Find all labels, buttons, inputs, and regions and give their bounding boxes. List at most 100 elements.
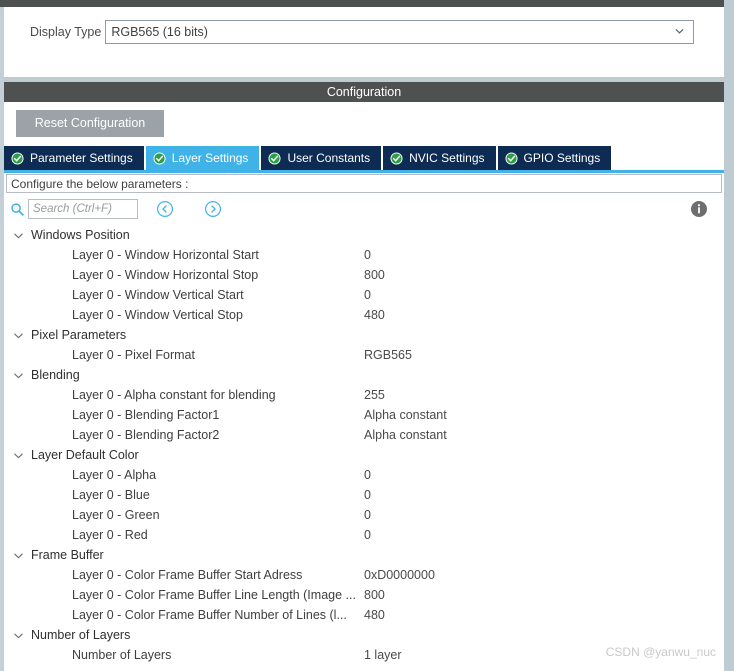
settings-tab-bar: Parameter Settings Layer Settings User Con… [4, 146, 724, 170]
chevron-left-circle-icon[interactable] [156, 200, 174, 218]
chevron-right-circle-icon[interactable] [204, 200, 222, 218]
parameter-name: Layer 0 - Window Vertical Start [72, 288, 244, 302]
parameter-tree: Windows Position Layer 0 - Window Horizon… [6, 225, 722, 665]
parameter-value[interactable]: 480 [364, 608, 385, 622]
check-circle-icon [268, 151, 281, 165]
tree-group-label: Blending [31, 368, 80, 382]
tree-group-header[interactable]: Number of Layers [6, 625, 722, 645]
parameter-row[interactable]: Layer 0 - Window Vertical Stop 480 [6, 305, 722, 325]
parameter-name: Layer 0 - Alpha constant for blending [72, 388, 276, 402]
reset-configuration-button[interactable]: Reset Configuration [16, 110, 164, 137]
check-circle-icon [390, 151, 403, 165]
tree-group-label: Layer Default Color [31, 448, 139, 462]
tab-label: GPIO Settings [523, 151, 601, 165]
parameter-name: Layer 0 - Green [72, 508, 160, 522]
chevron-down-icon [14, 332, 23, 338]
tab-label: User Constants [287, 151, 371, 165]
parameter-name: Layer 0 - Blending Factor2 [72, 428, 220, 442]
configure-hint-bar: Configure the below parameters : [6, 174, 722, 193]
parameter-value[interactable]: 800 [364, 588, 385, 602]
parameter-value[interactable]: 0 [364, 248, 371, 262]
parameter-value[interactable]: 1 layer [364, 648, 402, 662]
parameter-row[interactable]: Layer 0 - Color Frame Buffer Start Adres… [6, 565, 722, 585]
parameter-name: Layer 0 - Red [72, 528, 148, 542]
parameter-row[interactable]: Layer 0 - Blue 0 [6, 485, 722, 505]
tree-group-label: Frame Buffer [31, 548, 104, 562]
parameter-value[interactable]: 0 [364, 528, 371, 542]
parameter-row[interactable]: Layer 0 - Green 0 [6, 505, 722, 525]
tree-group-header[interactable]: Blending [6, 365, 722, 385]
parameter-row[interactable]: Layer 0 - Window Horizontal Start 0 [6, 245, 722, 265]
right-edge-rail [724, 0, 734, 671]
check-circle-icon [153, 151, 166, 165]
tab-nvic-settings[interactable]: NVIC Settings [383, 146, 496, 170]
configure-hint-text: Configure the below parameters : [11, 176, 189, 191]
tab-label: Layer Settings [171, 151, 249, 165]
parameter-value[interactable]: 800 [364, 268, 385, 282]
chevron-down-icon [14, 552, 23, 558]
parameter-row[interactable]: Layer 0 - Blending Factor1 Alpha constant [6, 405, 722, 425]
tab-parameter-settings[interactable]: Parameter Settings [4, 146, 144, 170]
parameter-name: Layer 0 - Blue [72, 488, 150, 502]
parameter-name: Layer 0 - Color Frame Buffer Number of L… [72, 608, 347, 622]
parameter-name: Layer 0 - Alpha [72, 468, 157, 482]
parameter-value[interactable]: 255 [364, 388, 385, 402]
parameter-name: Layer 0 - Pixel Format [72, 348, 195, 362]
tab-layer-settings[interactable]: Layer Settings [145, 146, 260, 170]
tree-group-header[interactable]: Layer Default Color [6, 445, 722, 465]
tree-group-label: Number of Layers [31, 628, 131, 642]
check-circle-icon [504, 151, 518, 165]
chevron-down-icon [675, 28, 684, 34]
parameter-name: Layer 0 - Window Vertical Stop [72, 308, 243, 322]
parameter-row[interactable]: Layer 0 - Color Frame Buffer Number of L… [6, 605, 722, 625]
tab-label: NVIC Settings [409, 151, 485, 165]
parameter-row[interactable]: Layer 0 - Alpha constant for blending 255 [6, 385, 722, 405]
parameter-name: Layer 0 - Blending Factor1 [72, 408, 220, 422]
info-icon[interactable] [690, 200, 708, 218]
tree-group-header[interactable]: Frame Buffer [6, 545, 722, 565]
configuration-title: Configuration [326, 85, 402, 99]
search-icon[interactable] [10, 202, 25, 217]
parameter-row[interactable]: Layer 0 - Window Vertical Start 0 [6, 285, 722, 305]
configuration-title-bar: Configuration [4, 82, 724, 102]
top-divider-strip [0, 0, 734, 7]
parameter-row[interactable]: Layer 0 - Window Horizontal Stop 800 [6, 265, 722, 285]
display-type-select[interactable]: RGB565 (16 bits) [105, 20, 695, 44]
parameter-name: Number of Layers [72, 648, 172, 662]
tree-group-header[interactable]: Pixel Parameters [6, 325, 722, 345]
tab-user-constants[interactable]: User Constants [261, 146, 382, 170]
search-toolbar [6, 198, 722, 224]
parameter-value[interactable]: Alpha constant [364, 408, 447, 422]
tab-gpio-settings[interactable]: GPIO Settings [497, 146, 612, 170]
parameter-value[interactable]: 480 [364, 308, 385, 322]
tree-group-label: Pixel Parameters [31, 328, 127, 342]
display-type-panel: Display Type RGB565 (16 bits) [4, 7, 724, 77]
parameter-value[interactable]: 0 [364, 508, 371, 522]
parameter-value[interactable]: 0 [364, 288, 371, 302]
check-circle-icon [11, 151, 24, 165]
parameter-row[interactable]: Layer 0 - Pixel Format RGB565 [6, 345, 722, 365]
parameter-name: Layer 0 - Window Horizontal Stop [72, 268, 259, 282]
parameter-value[interactable]: 0xD0000000 [364, 568, 435, 582]
chevron-down-icon [14, 452, 23, 458]
display-type-value: RGB565 (16 bits) [111, 25, 208, 39]
parameter-row[interactable]: Layer 0 - Red 0 [6, 525, 722, 545]
watermark: CSDN @yanwu_nuc [605, 645, 716, 659]
parameter-name: Layer 0 - Color Frame Buffer Start Adres… [72, 568, 303, 582]
parameter-row[interactable]: Layer 0 - Color Frame Buffer Line Length… [6, 585, 722, 605]
parameter-value[interactable]: 0 [364, 468, 371, 482]
parameter-row[interactable]: Layer 0 - Alpha 0 [6, 465, 722, 485]
search-input[interactable] [28, 199, 138, 219]
tab-active-underline [4, 170, 724, 173]
tree-group-header[interactable]: Windows Position [6, 225, 722, 245]
tree-group-label: Windows Position [31, 228, 130, 242]
chevron-down-icon [14, 632, 23, 638]
parameter-value[interactable]: Alpha constant [364, 428, 447, 442]
chevron-down-icon [14, 232, 23, 238]
parameter-value[interactable]: RGB565 [364, 348, 412, 362]
tab-label: Parameter Settings [30, 151, 133, 165]
parameter-value[interactable]: 0 [364, 488, 371, 502]
display-type-label: Display Type [30, 25, 102, 39]
display-type-row: Display Type RGB565 (16 bits) [30, 20, 695, 44]
parameter-row[interactable]: Layer 0 - Blending Factor2 Alpha constant [6, 425, 722, 445]
